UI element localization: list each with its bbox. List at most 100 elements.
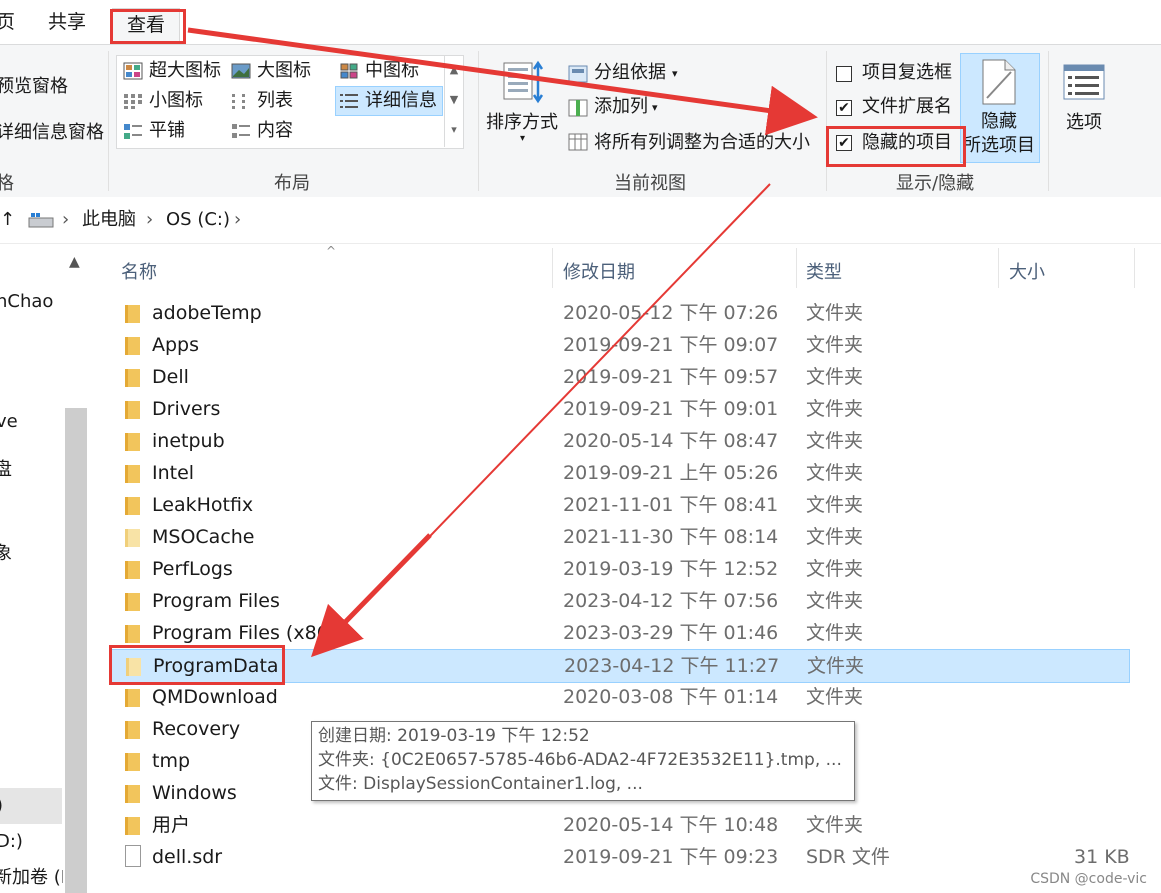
file-row[interactable]: Dell 2019-09-21 下午 09:57 文件夹 xyxy=(110,361,1128,393)
layout-extra-large-icons[interactable]: 超大图标 xyxy=(149,59,221,83)
add-columns-button[interactable]: 添加列 xyxy=(594,95,648,119)
file-row[interactable]: QMDownload 2020-03-08 下午 01:14 文件夹 xyxy=(110,681,1128,713)
file-row[interactable]: dell.sdr 2019-09-21 下午 09:23 SDR 文件 31 KB xyxy=(110,841,1130,873)
group-by-dropdown-arrow[interactable]: ▾ xyxy=(672,67,678,80)
nav-scrollbar[interactable]: ▲ xyxy=(63,244,89,893)
file-row[interactable]: Intel 2019-09-21 上午 05:26 文件夹 xyxy=(110,457,1128,489)
layout-small-icons[interactable]: 小图标 xyxy=(149,89,203,113)
show-hide-group-label: 显示/隐藏 xyxy=(896,173,975,194)
column-divider[interactable] xyxy=(796,248,797,288)
file-type: 文件夹 xyxy=(806,494,864,516)
size-all-columns-button[interactable]: 将所有列调整为合适的大小 xyxy=(594,131,810,155)
folder-icon xyxy=(125,689,140,707)
layout-content[interactable]: 内容 xyxy=(257,119,293,143)
column-header-name[interactable]: 名称 xyxy=(121,258,157,284)
ribbon-separator xyxy=(108,51,109,191)
file-name-extensions-checkbox[interactable]: ✔ xyxy=(836,100,852,116)
hidden-folder-icon xyxy=(125,529,140,547)
layout-details[interactable]: 详细信息 xyxy=(365,89,437,113)
preview-pane-button[interactable]: 预览窗格 xyxy=(0,75,68,99)
folder-icon xyxy=(125,593,140,611)
column-divider[interactable] xyxy=(998,248,999,288)
folder-icon xyxy=(125,337,140,355)
file-date-modified: 2020-05-12 下午 07:26 xyxy=(563,302,779,324)
folder-icon xyxy=(125,369,140,387)
sort-by-dropdown-arrow[interactable]: ▾ xyxy=(520,133,525,144)
group-by-button[interactable]: 分组依据 xyxy=(594,61,666,85)
layout-gallery-scroll[interactable]: ▲ ▼ ▾ xyxy=(444,55,463,147)
ribbon-separator xyxy=(1048,51,1049,191)
scrollbar-thumb[interactable] xyxy=(65,408,87,893)
small-icons-icon xyxy=(124,94,142,109)
file-date-modified: 2023-04-12 下午 11:27 xyxy=(564,655,780,677)
item-checkboxes-checkbox[interactable] xyxy=(836,66,852,82)
file-row[interactable]: 用户 2020-05-14 下午 10:48 文件夹 xyxy=(110,809,1128,841)
nav-item[interactable]: 象 xyxy=(0,543,12,565)
breadcrumb-this-pc[interactable]: 此电脑 xyxy=(82,209,136,231)
layout-list[interactable]: 列表 xyxy=(257,89,293,113)
ribbon-separator xyxy=(826,51,827,191)
content-icon xyxy=(232,124,250,138)
file-row[interactable]: MSOCache 2021-11-30 下午 08:14 文件夹 xyxy=(110,521,1128,553)
nav-item[interactable]: ve xyxy=(0,411,18,433)
column-divider[interactable] xyxy=(1134,248,1135,288)
layout-medium-icons[interactable]: 中图标 xyxy=(365,59,419,83)
details-pane-button[interactable]: 详细信息窗格 xyxy=(0,121,104,145)
hide-selected-items-icon xyxy=(982,59,1016,105)
file-row[interactable]: inetpub 2020-05-14 下午 08:47 文件夹 xyxy=(110,425,1128,457)
file-type: 文件夹 xyxy=(806,430,864,452)
file-name: MSOCache xyxy=(152,526,255,548)
file-name: Apps xyxy=(152,334,200,356)
address-bar[interactable]: ↑ › 此电脑 › OS (C:) › xyxy=(0,197,1161,244)
layout-tiles[interactable]: 平铺 xyxy=(149,119,185,143)
extra-large-icons-icon xyxy=(123,62,143,80)
file-date-modified: 2023-03-29 下午 01:46 xyxy=(563,622,779,644)
column-header-type[interactable]: 类型 xyxy=(806,258,842,284)
options-button[interactable]: 选项 xyxy=(1066,111,1102,135)
file-row[interactable]: adobeTemp 2020-05-12 下午 07:26 文件夹 xyxy=(110,297,1128,329)
breadcrumb-separator-icon: › xyxy=(62,209,70,230)
file-name: adobeTemp xyxy=(152,302,262,324)
file-name: Program Files (x86) xyxy=(152,622,337,644)
file-type: 文件夹 xyxy=(806,622,864,644)
file-type: SDR 文件 xyxy=(806,846,890,868)
file-date-modified: 2019-09-21 下午 09:07 xyxy=(563,334,779,356)
file-type: 文件夹 xyxy=(806,366,864,388)
nav-item[interactable]: 盘 xyxy=(0,459,12,481)
file-size: 31 KB xyxy=(1074,846,1130,868)
up-button[interactable]: ↑ xyxy=(0,209,15,231)
file-row[interactable]: Program Files 2023-04-12 下午 07:56 文件夹 xyxy=(110,585,1128,617)
add-columns-dropdown-arrow[interactable]: ▾ xyxy=(652,101,658,114)
file-date-modified: 2019-03-19 下午 12:52 xyxy=(563,558,779,580)
tooltip-created-date: 创建日期: 2019-03-19 下午 12:52 xyxy=(318,726,590,746)
file-row[interactable]: Drivers 2019-09-21 下午 09:01 文件夹 xyxy=(110,393,1128,425)
nav-item-selected[interactable]: ) xyxy=(0,795,3,817)
file-date-modified: 2020-05-14 下午 08:47 xyxy=(563,430,779,452)
current-view-group-label: 当前视图 xyxy=(614,173,686,194)
column-header-modified[interactable]: 修改日期 xyxy=(563,258,635,284)
sort-ascending-icon: ^ xyxy=(326,244,337,258)
file-name: Recovery xyxy=(152,718,241,740)
layout-large-icons[interactable]: 大图标 xyxy=(257,59,311,83)
file-type: 文件夹 xyxy=(806,526,864,548)
file-row[interactable]: PerfLogs 2019-03-19 下午 12:52 文件夹 xyxy=(110,553,1128,585)
file-date-modified: 2019-09-21 下午 09:57 xyxy=(563,366,779,388)
hide-selected-items-button[interactable]: 隐藏 所选项目 xyxy=(960,53,1040,163)
breadcrumb-os-c[interactable]: OS (C:) xyxy=(166,209,230,231)
scroll-up-arrow-icon[interactable]: ▲ xyxy=(69,254,80,270)
tab-share[interactable]: 共享 xyxy=(48,8,86,36)
sort-by-button[interactable]: 排序方式 xyxy=(486,111,558,135)
options-icon xyxy=(1063,64,1105,100)
nav-item[interactable]: nChao xyxy=(0,291,53,313)
nav-item[interactable]: D:) xyxy=(0,831,23,853)
nav-item[interactable]: 新加卷 (E xyxy=(0,867,72,889)
watermark: CSDN @code-vic xyxy=(1030,871,1147,887)
file-name: 用户 xyxy=(152,814,191,836)
file-type: 文件夹 xyxy=(806,590,864,612)
tab-home-partial[interactable]: 页 xyxy=(0,8,15,36)
column-divider[interactable] xyxy=(552,248,553,288)
item-checkboxes-label: 项目复选框 xyxy=(862,62,952,83)
file-row[interactable]: Apps 2019-09-21 下午 09:07 文件夹 xyxy=(110,329,1128,361)
file-row[interactable]: LeakHotfix 2021-11-01 下午 08:41 文件夹 xyxy=(110,489,1128,521)
column-header-size[interactable]: 大小 xyxy=(1009,258,1045,284)
